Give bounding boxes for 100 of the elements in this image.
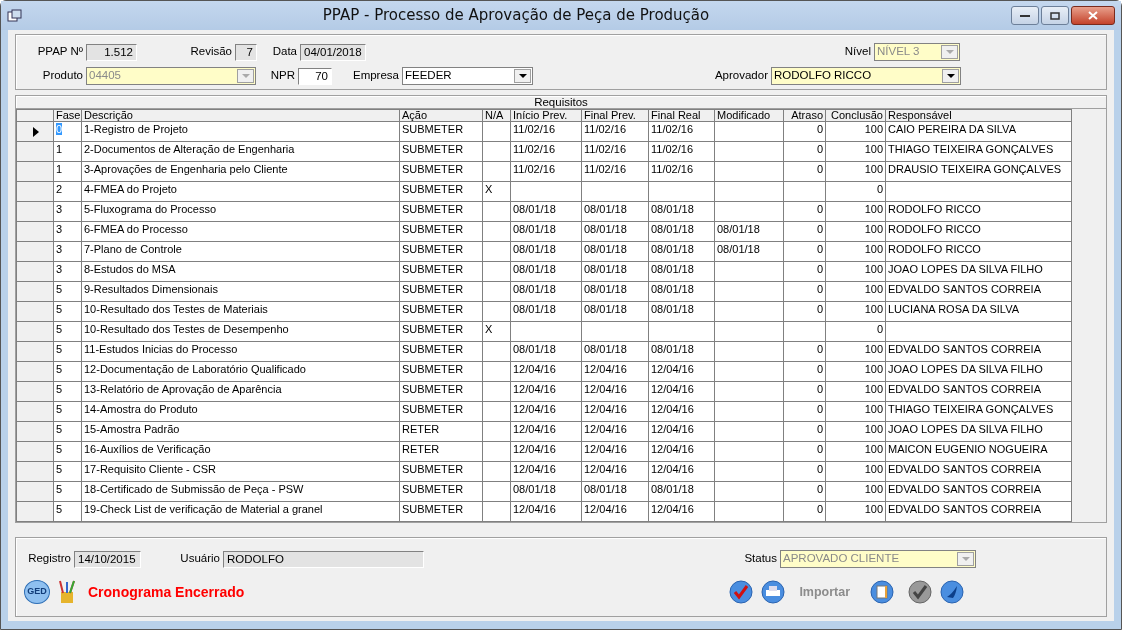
table-cell: 11/02/16 [584, 123, 626, 135]
table-cell: SUBMETER [402, 503, 464, 515]
table-cell: 13-Relatório de Aprovação de Aparência [84, 383, 282, 395]
exit-icon[interactable] [940, 580, 965, 604]
column-header[interactable]: Atraso [783, 109, 826, 122]
column-header[interactable]: N/A [482, 109, 511, 122]
table-cell: 0 [816, 503, 823, 515]
column-header[interactable]: Final Real [648, 109, 715, 122]
table-cell: RODOLFO RICCO [888, 223, 981, 235]
table-cell: MAICON EUGENIO NOGUEIRA [888, 443, 1048, 455]
table-cell: SUBMETER [402, 383, 464, 395]
table-cell: 0 [816, 463, 823, 475]
table-cell: 12/04/16 [584, 363, 627, 375]
table-cell: 9-Resultados Dimensionais [84, 283, 218, 295]
phase-cell: 5 [56, 463, 63, 475]
table-cell: 08/01/18 [651, 343, 694, 355]
caret-icon [945, 49, 954, 55]
table-cell: RETER [402, 443, 440, 455]
table-cell: 0 [816, 203, 823, 215]
table-cell: JOAO LOPES DA SILVA FILHO [888, 363, 1043, 375]
dropdown-field: NÍVEL 3 [874, 43, 960, 61]
field-label: Revisão [190, 44, 233, 60]
table-cell: 12/04/16 [651, 443, 694, 455]
table-cell: RETER [402, 423, 440, 435]
column-header[interactable]: Conclusão [825, 109, 886, 122]
table-cell: 10-Resultado dos Testes de Desempenho [84, 323, 289, 335]
table-cell: 08/01/18 [513, 263, 556, 275]
table-cell: 3-Aprovações de Engenharia pelo Cliente [84, 163, 288, 175]
printer-icon[interactable] [761, 580, 786, 604]
field-label: Registro [28, 551, 72, 567]
table-cell: X [485, 183, 493, 195]
maximize-button[interactable] [1041, 6, 1069, 25]
column-header[interactable]: Modificado [714, 109, 784, 122]
table-cell: 0 [816, 363, 823, 375]
table-cell: 08/01/18 [513, 483, 556, 495]
column-header[interactable]: Responsável [885, 109, 1072, 122]
table-cell: DRAUSIO TEIXEIRA GONÇALVES [888, 163, 1062, 175]
table-cell: 100 [864, 223, 883, 235]
table-cell: 0 [816, 483, 823, 495]
table-cell: 100 [864, 283, 883, 295]
phase-cell: 3 [56, 263, 63, 275]
column-header[interactable]: Final Prev. [581, 109, 649, 122]
table-cell: 14-Amostra do Produto [84, 403, 198, 415]
close-button[interactable] [1071, 6, 1115, 25]
table-cell: 08/01/18 [651, 243, 694, 255]
ged-button[interactable]: GED [24, 580, 50, 604]
table-cell: 0 [816, 303, 823, 315]
phase-cell: 5 [56, 363, 63, 375]
table-cell: 6-FMEA do Processo [84, 223, 188, 235]
table-cell: 0 [816, 143, 823, 155]
dropdown-field[interactable]: FEEDER [402, 67, 533, 85]
table-cell: SUBMETER [402, 183, 464, 195]
dropdown-field: APROVADO CLIENTE [780, 550, 976, 568]
phase-cell: 1 [56, 143, 63, 155]
table-cell: 11/02/16 [584, 143, 626, 155]
table-cell: 08/01/18 [651, 303, 694, 315]
phase-cell: 1 [56, 163, 63, 175]
phase-cell: 5 [56, 403, 63, 415]
table-cell: 12/04/16 [513, 443, 556, 455]
brushes-icon[interactable] [58, 580, 76, 604]
table-cell: EDVALDO SANTOS CORREIA [888, 343, 1042, 355]
column-header[interactable]: Fase [53, 109, 82, 122]
table-cell: 12/04/16 [513, 383, 556, 395]
column-header[interactable]: Início Prev. [510, 109, 582, 122]
table-cell: EDVALDO SANTOS CORREIA [888, 503, 1042, 515]
table-cell: 8-Estudos do MSA [84, 263, 176, 275]
table-cell: 100 [864, 443, 883, 455]
table-cell: 100 [864, 403, 883, 415]
table-cell: 12/04/16 [584, 423, 627, 435]
table-cell: CAIO PEREIRA DA SILVA [888, 123, 1016, 135]
dropdown-field[interactable]: RODOLFO RICCO [771, 67, 961, 85]
table-cell: SUBMETER [402, 303, 464, 315]
table-cell: RODOLFO RICCO [888, 203, 981, 215]
table-cell: 100 [864, 143, 883, 155]
table-cell: 100 [864, 423, 883, 435]
table-cell: 08/01/18 [584, 343, 627, 355]
text-field[interactable]: 70 [298, 67, 332, 85]
table-cell: 12/04/16 [651, 423, 694, 435]
field-label: Empresa [352, 68, 400, 84]
column-header[interactable]: Ação [399, 109, 483, 122]
table-cell: SUBMETER [402, 363, 464, 375]
table-cell: 0 [816, 123, 823, 135]
table-cell: THIAGO TEIXEIRA GONÇALVES [888, 143, 1054, 155]
close-icon [1088, 11, 1098, 20]
book-icon[interactable] [870, 580, 895, 604]
table-cell: 100 [864, 463, 883, 475]
table-cell: 100 [864, 243, 883, 255]
phase-cell: 5 [56, 283, 63, 295]
table-cell: 08/01/18 [513, 203, 556, 215]
phase-cell: 5 [56, 323, 63, 335]
table-cell: 4-FMEA do Projeto [84, 183, 177, 195]
column-header[interactable]: Descrição [81, 109, 400, 122]
table-cell: 08/01/18 [513, 283, 556, 295]
check-icon[interactable] [729, 580, 754, 604]
table-cell: 19-Check List de verificação de Material a granel [84, 503, 323, 515]
minimize-button[interactable] [1011, 6, 1039, 25]
table-cell: 0 [816, 263, 823, 275]
phase-cell: 5 [56, 483, 63, 495]
maximize-icon [1050, 11, 1060, 20]
table-cell: 12/04/16 [584, 403, 627, 415]
